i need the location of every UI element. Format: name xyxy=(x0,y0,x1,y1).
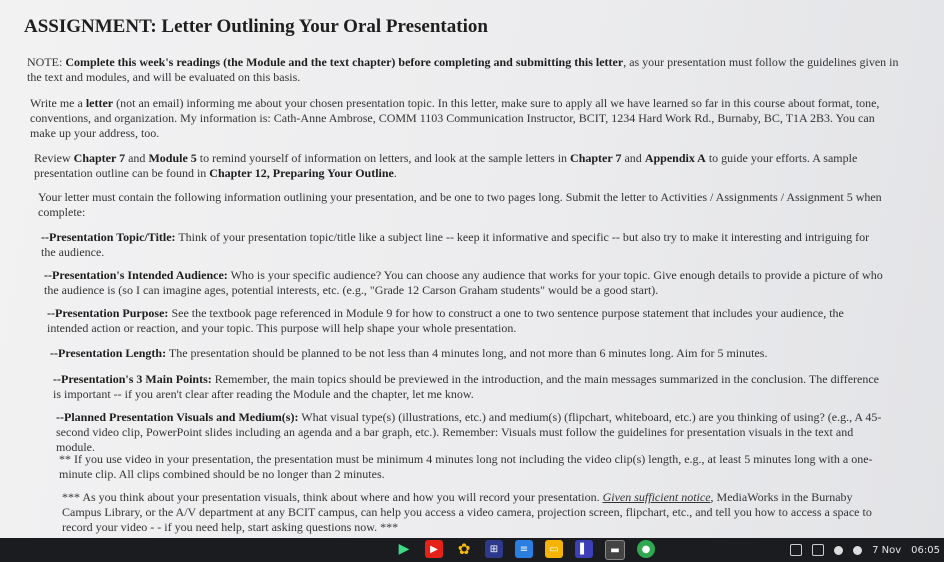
page-title: ASSIGNMENT: Letter Outlining Your Oral P… xyxy=(24,16,488,37)
purple-app-icon[interactable]: ▌ xyxy=(575,540,593,558)
tray-time: 06:05 xyxy=(911,544,940,556)
slides-icon[interactable]: ▭ xyxy=(545,540,563,558)
note-paragraph: NOTE: Complete this week's readings (the… xyxy=(27,55,907,85)
review-k: . xyxy=(393,166,397,180)
review-chapter12: Chapter 12, Preparing Your Outline xyxy=(209,166,394,180)
review-paragraph: Review Chapter 7 and Module 5 to remind … xyxy=(34,151,874,181)
play-store-icon[interactable]: ▶ xyxy=(395,540,413,558)
review-e: to remind yourself of information on let… xyxy=(196,151,571,165)
status-dot-icon xyxy=(834,545,844,555)
taskbar: ▶ ▶ ✿ ⊞ ≡ ▭ ▌ ▬ ● 7 Nov 06:05 xyxy=(0,538,944,562)
clipboard-icon xyxy=(790,544,803,556)
item-topic: --Presentation Topic/Title: Think of you… xyxy=(41,230,886,260)
review-c: and xyxy=(125,151,149,165)
item-label: --Presentation Purpose: xyxy=(47,306,169,320)
note-bold: Complete this week's readings (the Modul… xyxy=(65,55,624,69)
review-g: and xyxy=(621,151,645,165)
item-label: --Presentation Length: xyxy=(50,346,167,360)
item-main-points: --Presentation's 3 Main Points: Remember… xyxy=(53,372,883,402)
screen-icon[interactable]: ▬ xyxy=(605,540,625,560)
write-paragraph: Write me a letter (not an email) informi… xyxy=(30,96,896,141)
taskbar-apps: ▶ ▶ ✿ ⊞ ≡ ▭ ▌ ▬ ● xyxy=(395,540,655,560)
item-length: --Presentation Length: The presentation … xyxy=(50,346,890,361)
item-label: --Planned Presentation Visuals and Mediu… xyxy=(56,410,299,424)
write-text-c: (not an email) informing me about your c… xyxy=(30,96,880,140)
must-contain-paragraph: Your letter must contain the following i… xyxy=(38,190,882,219)
visuals-note: *** As you think about your presentation… xyxy=(62,490,892,535)
review-chapter7b: Chapter 7 xyxy=(570,151,622,165)
visuals-note-underlined: Given sufficient notice xyxy=(602,490,711,504)
review-chapter7: Chapter 7 xyxy=(73,151,126,165)
tray-date: 7 Nov xyxy=(872,544,902,556)
review-a: Review xyxy=(34,151,74,165)
document-page: ASSIGNMENT: Letter Outlining Your Oral P… xyxy=(0,0,944,538)
item-visuals: --Planned Presentation Visuals and Mediu… xyxy=(56,410,891,455)
photos-icon[interactable]: ✿ xyxy=(455,540,473,558)
calculator-icon[interactable]: ⊞ xyxy=(485,540,503,558)
item-purpose: --Presentation Purpose: See the textbook… xyxy=(47,306,887,336)
review-module5: Module 5 xyxy=(148,151,197,165)
wifi-icon xyxy=(853,545,863,555)
write-text-a: Write me a xyxy=(30,96,86,110)
review-appendix: Appendix A xyxy=(644,151,706,165)
docs-icon[interactable]: ≡ xyxy=(515,540,533,558)
item-label: --Presentation's Intended Audience: xyxy=(44,268,228,282)
item-label: --Presentation's 3 Main Points: xyxy=(53,372,212,386)
video-note: ** If you use video in your presentation… xyxy=(59,452,873,481)
item-text: The presentation should be planned to be… xyxy=(166,346,768,360)
green-app-icon[interactable]: ● xyxy=(637,540,655,558)
note-prefix: NOTE: xyxy=(27,55,66,69)
system-tray[interactable]: 7 Nov 06:05 xyxy=(790,538,940,562)
write-letter-bold: letter xyxy=(85,96,114,110)
visuals-note-a: *** As you think about your presentation… xyxy=(62,490,603,504)
item-label: --Presentation Topic/Title: xyxy=(41,230,176,244)
item-audience: --Presentation's Intended Audience: Who … xyxy=(44,268,894,298)
youtube-icon[interactable]: ▶ xyxy=(425,540,443,558)
notification-icon xyxy=(812,544,825,556)
